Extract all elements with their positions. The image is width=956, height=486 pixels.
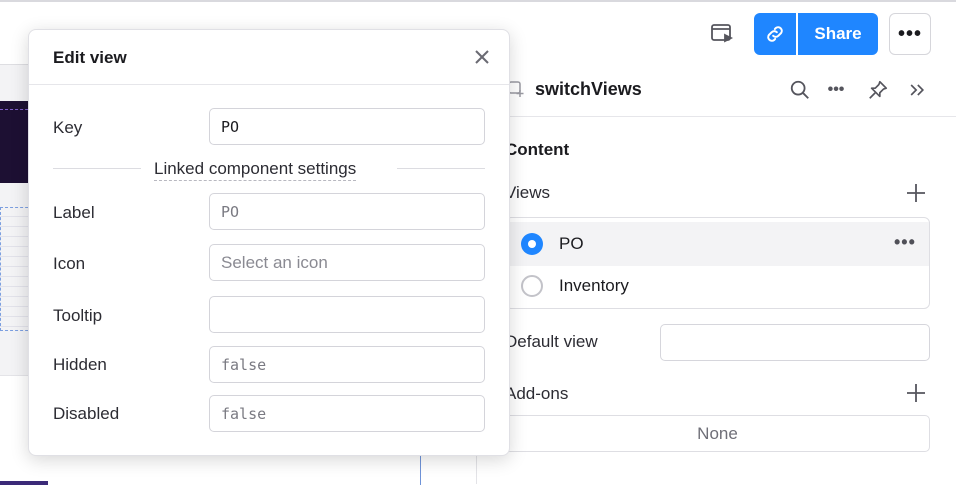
- hidden-label: Hidden: [53, 355, 107, 374]
- link-icon[interactable]: [754, 13, 796, 55]
- disabled-input[interactable]: false: [209, 395, 485, 432]
- linked-settings-heading: Linked component settings: [154, 159, 357, 181]
- disabled-label: Disabled: [53, 404, 120, 423]
- canvas-bottom-bar: [0, 481, 48, 485]
- close-icon[interactable]: [473, 48, 491, 66]
- collapse-panel-icon[interactable]: [904, 77, 930, 103]
- divider-right: [397, 168, 485, 169]
- view-label: PO: [559, 234, 584, 253]
- component-name[interactable]: switchViews: [535, 79, 642, 100]
- tooltip-label: Tooltip: [53, 306, 103, 325]
- radio-selected-icon[interactable]: [521, 233, 543, 255]
- label-input[interactable]: PO: [209, 193, 485, 230]
- addons-label: Add-ons: [505, 384, 569, 403]
- hidden-input[interactable]: false: [209, 346, 485, 383]
- icon-select[interactable]: Select an icon: [209, 244, 485, 281]
- addons-box[interactable]: None: [505, 415, 930, 452]
- edit-view-modal: Edit view Key PO Linked component settin…: [28, 29, 510, 456]
- content-section-title: Content: [505, 140, 570, 159]
- view-more-icon[interactable]: •••: [894, 232, 916, 253]
- view-item-inventory[interactable]: Inventory: [506, 264, 929, 308]
- divider-left: [53, 168, 141, 169]
- modal-header: Edit view: [29, 30, 509, 85]
- views-label: Views: [505, 183, 551, 202]
- share-button[interactable]: Share: [798, 13, 878, 55]
- preview-icon[interactable]: [704, 16, 740, 52]
- inspector-panel: switchViews ••• Content Views PO ••• Inv…: [476, 64, 956, 484]
- search-icon[interactable]: [787, 77, 813, 103]
- key-input[interactable]: PO: [209, 108, 485, 145]
- modal-title: Edit view: [53, 48, 127, 67]
- label-label: Label: [53, 203, 95, 222]
- view-item-po[interactable]: PO •••: [506, 222, 929, 266]
- more-icon[interactable]: •••: [823, 77, 849, 103]
- default-view-input[interactable]: [660, 324, 930, 361]
- canvas-guide-line: [420, 455, 421, 485]
- more-options-button[interactable]: •••: [889, 13, 931, 55]
- tooltip-input[interactable]: [209, 296, 485, 333]
- add-view-icon[interactable]: [905, 182, 927, 204]
- share-group: Share: [754, 13, 878, 55]
- views-list: PO ••• Inventory: [505, 217, 930, 309]
- view-label: Inventory: [559, 276, 629, 295]
- icon-label: Icon: [53, 254, 86, 273]
- pin-icon[interactable]: [865, 77, 891, 103]
- inspector-header: switchViews •••: [477, 64, 956, 117]
- key-label: Key: [53, 118, 83, 137]
- default-view-label: Default view: [505, 332, 598, 351]
- radio-unselected-icon[interactable]: [521, 275, 543, 297]
- add-addon-icon[interactable]: [905, 382, 927, 404]
